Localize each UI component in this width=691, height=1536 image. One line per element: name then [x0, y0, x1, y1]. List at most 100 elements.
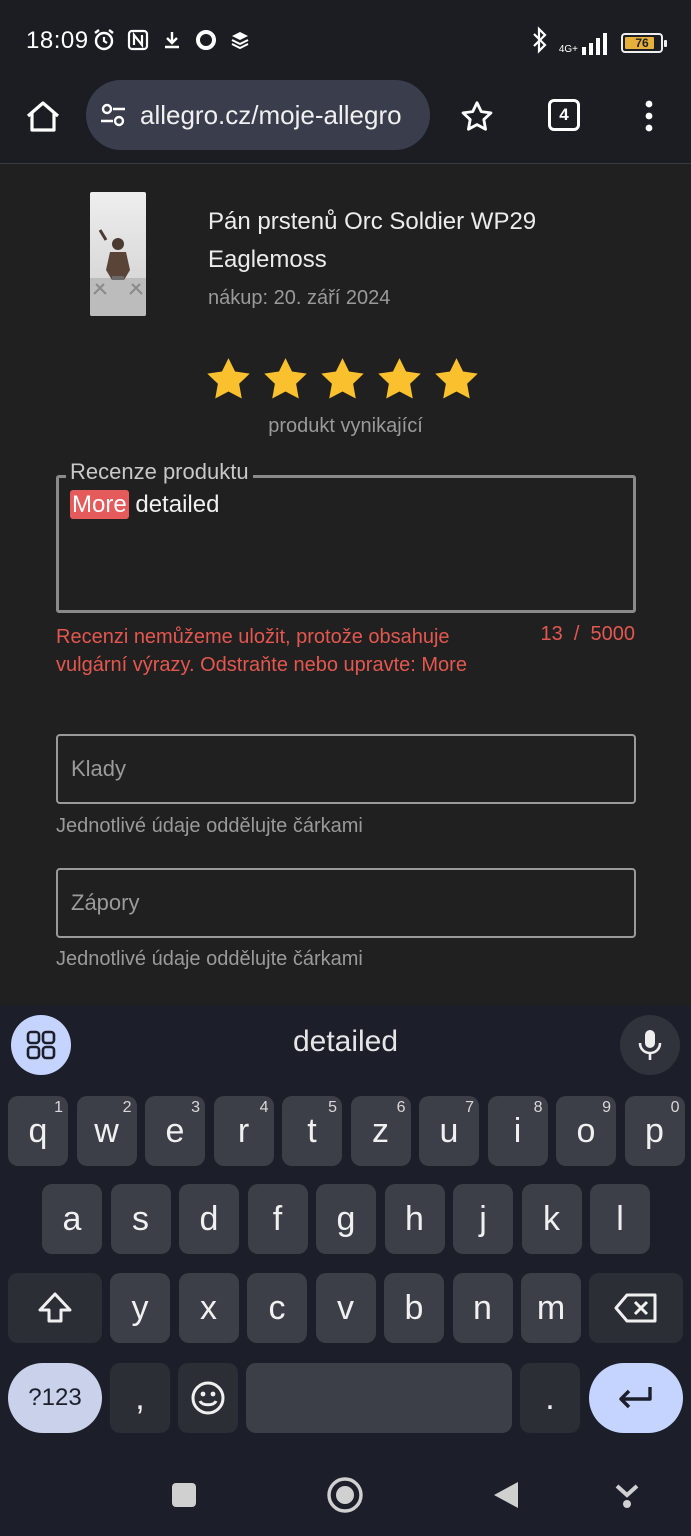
key-o-label: o — [576, 1111, 596, 1150]
cons-input[interactable]: Zápory — [56, 868, 636, 938]
key-f[interactable]: f — [247, 1184, 308, 1254]
rating-label: produkt vynikající — [268, 415, 423, 437]
key-p-label: p — [645, 1111, 664, 1150]
key-l[interactable]: l — [590, 1184, 650, 1254]
key-w-hint: 2 — [122, 1099, 132, 1116]
key-j[interactable]: j — [453, 1184, 513, 1254]
char-counter: 13 / 5000 — [540, 623, 635, 645]
microphone-icon[interactable] — [620, 1015, 680, 1075]
key-z[interactable]: z6 — [350, 1096, 411, 1166]
symbols-key[interactable]: ?123 — [8, 1363, 102, 1433]
emoji-key[interactable] — [178, 1363, 238, 1433]
notification-icons — [92, 28, 252, 52]
bookmark-star-icon[interactable] — [458, 98, 496, 136]
key-r-label: r — [237, 1111, 250, 1150]
key-e[interactable]: e3 — [145, 1096, 205, 1166]
system-icons: 4G+ 76 — [531, 26, 667, 59]
key-v[interactable]: v — [315, 1273, 376, 1343]
nfc-icon — [126, 28, 150, 52]
star-icon-5[interactable] — [432, 355, 481, 404]
key-h[interactable]: h — [384, 1184, 445, 1254]
key-n[interactable]: n — [452, 1273, 513, 1343]
product-title[interactable]: Pán prstenů Orc Soldier WP29 Eaglemoss — [208, 203, 628, 279]
purchase-date: nákup: 20. září 2024 — [208, 287, 391, 309]
key-x[interactable]: x — [178, 1273, 239, 1343]
home-icon[interactable] — [22, 96, 64, 138]
key-u-hint: 7 — [465, 1099, 474, 1116]
key-z-label: z — [372, 1111, 389, 1150]
key-u[interactable]: u7 — [419, 1096, 479, 1166]
layers-icon — [228, 28, 252, 52]
key-m[interactable]: m — [521, 1273, 581, 1343]
browser-toolbar: allegro.cz/moje-allegro 4 — [0, 78, 691, 164]
key-t-label: t — [307, 1111, 317, 1150]
back-nav-icon[interactable] — [492, 1480, 520, 1510]
key-o[interactable]: o9 — [556, 1096, 616, 1166]
rating-stars[interactable] — [204, 355, 481, 404]
word-suggestion[interactable]: detailed — [0, 1025, 691, 1059]
key-a-label: a — [62, 1199, 82, 1238]
pros-input[interactable]: Klady — [56, 734, 636, 804]
key-u-label: u — [439, 1111, 459, 1150]
star-icon-4[interactable] — [375, 355, 424, 404]
battery-icon: 76 — [621, 32, 667, 53]
shift-key[interactable] — [8, 1273, 102, 1343]
recent-apps-icon[interactable] — [171, 1482, 197, 1508]
key-j-label: j — [479, 1199, 487, 1238]
key-q[interactable]: q1 — [8, 1096, 68, 1166]
backspace-key[interactable] — [589, 1273, 683, 1343]
key-m-label: m — [536, 1288, 566, 1327]
download-icon — [160, 28, 184, 52]
key-b[interactable]: b — [384, 1273, 444, 1343]
key-i[interactable]: i8 — [487, 1096, 548, 1166]
symbols-key-label: ?123 — [28, 1384, 82, 1411]
review-text[interactable]: More detailed — [70, 490, 220, 519]
key-p[interactable]: p0 — [624, 1096, 685, 1166]
backspace-icon — [614, 1293, 657, 1323]
hide-keyboard-icon[interactable] — [612, 1480, 642, 1510]
key-d-label: d — [199, 1199, 219, 1238]
key-a[interactable]: a — [42, 1184, 102, 1254]
system-navigation-bar — [0, 1450, 691, 1536]
key-p-hint: 0 — [670, 1099, 680, 1116]
star-icon-2[interactable] — [261, 355, 310, 404]
tab-switcher-button[interactable]: 4 — [548, 99, 580, 131]
key-o-hint: 9 — [602, 1099, 611, 1116]
space-key[interactable] — [246, 1363, 512, 1433]
star-icon-1[interactable] — [204, 355, 253, 404]
key-q-hint: 1 — [54, 1099, 63, 1116]
key-g-label: g — [336, 1199, 356, 1238]
key-y[interactable]: y — [110, 1273, 170, 1343]
key-t[interactable]: t5 — [282, 1096, 342, 1166]
enter-key[interactable] — [589, 1363, 683, 1433]
key-w-label: w — [94, 1111, 119, 1150]
key-y-label: y — [131, 1288, 149, 1327]
review-form: Pán prstenů Orc Soldier WP29 Eaglemoss n… — [0, 165, 691, 1005]
key-w[interactable]: w2 — [76, 1096, 137, 1166]
more-menu-icon[interactable] — [638, 96, 660, 136]
emoji-icon — [191, 1381, 225, 1415]
key-s[interactable]: s — [110, 1184, 171, 1254]
home-nav-icon[interactable] — [326, 1476, 364, 1514]
cons-hint: Jednotlivé údaje oddělujte čárkami — [56, 948, 363, 970]
star-icon-3[interactable] — [318, 355, 367, 404]
comma-key[interactable]: , — [110, 1363, 170, 1433]
key-d[interactable]: d — [179, 1184, 239, 1254]
period-key-label: . — [545, 1378, 555, 1417]
address-bar[interactable]: allegro.cz/moje-allegro — [86, 80, 430, 150]
product-image[interactable] — [90, 192, 146, 316]
key-n-label: n — [473, 1288, 492, 1327]
key-f-label: f — [272, 1199, 283, 1238]
key-r[interactable]: r4 — [213, 1096, 274, 1166]
key-v-label: v — [337, 1288, 354, 1327]
key-k[interactable]: k — [521, 1184, 582, 1254]
key-l-label: l — [616, 1199, 624, 1238]
key-c[interactable]: c — [247, 1273, 307, 1343]
bluetooth-icon — [531, 26, 549, 59]
url-text: allegro.cz/moje-allegro — [140, 99, 402, 130]
key-g[interactable]: g — [316, 1184, 376, 1254]
period-key[interactable]: . — [520, 1363, 580, 1433]
key-h-label: h — [405, 1199, 424, 1238]
review-text-rest: detailed — [128, 491, 220, 518]
site-settings-icon[interactable] — [98, 100, 128, 130]
